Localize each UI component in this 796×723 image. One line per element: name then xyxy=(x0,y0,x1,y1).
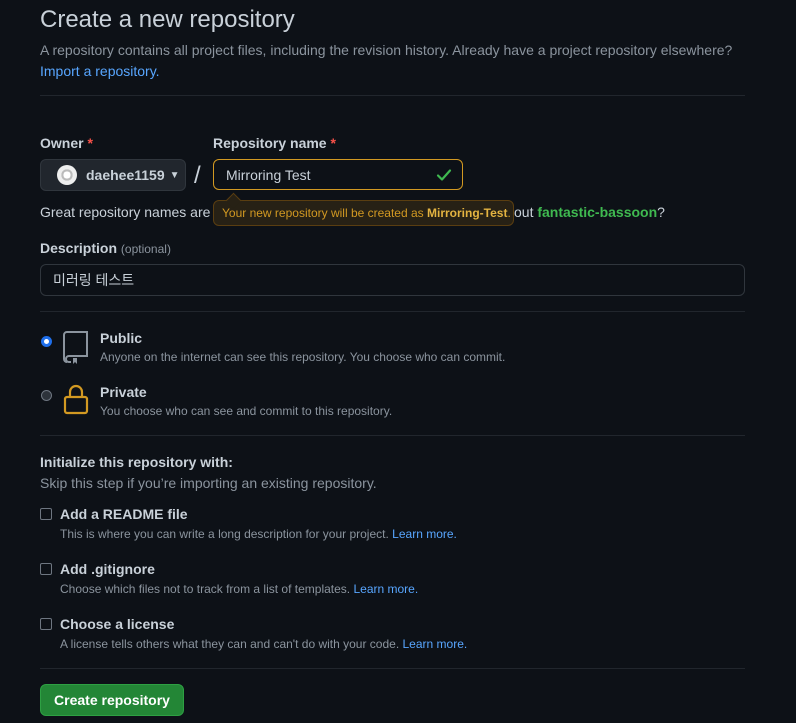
divider xyxy=(40,668,745,669)
required-mark: * xyxy=(87,135,93,151)
owner-value: daehee1159 xyxy=(86,167,165,183)
readme-title: Add a README file xyxy=(60,506,188,522)
description-label: Description (optional) xyxy=(40,240,171,256)
repo-name-label-text: Repository name xyxy=(213,135,327,151)
private-description: You choose who can see and commit to thi… xyxy=(100,404,393,418)
public-title: Public xyxy=(100,330,143,346)
page-subtitle: A repository contains all project files,… xyxy=(40,40,745,82)
page-title: Create a new repository xyxy=(40,6,295,33)
license-description: A license tells others what they can and… xyxy=(60,637,467,651)
owner-select[interactable]: daehee1159 ▼ xyxy=(40,159,186,191)
name-suggestion-end: out fantastic-bassoon? xyxy=(514,204,665,220)
license-title: Choose a license xyxy=(60,616,175,632)
private-radio[interactable] xyxy=(41,390,52,401)
repo-name-value: Mirroring Test xyxy=(226,166,311,183)
divider xyxy=(40,435,745,436)
owner-label-text: Owner xyxy=(40,135,84,151)
avatar xyxy=(57,165,77,185)
suggested-name-link[interactable]: fantastic-bassoon xyxy=(537,204,657,220)
suggestion-tail-prefix: out xyxy=(514,204,538,220)
public-radio[interactable] xyxy=(41,336,52,347)
license-desc-text: A license tells others what they can and… xyxy=(60,637,400,651)
lock-icon xyxy=(63,384,89,415)
import-repository-link[interactable]: Import a repository. xyxy=(40,63,160,79)
readme-learn-more-link[interactable]: Learn more. xyxy=(392,527,457,541)
private-title: Private xyxy=(100,384,147,400)
repo-icon xyxy=(63,331,88,364)
gitignore-title: Add .gitignore xyxy=(60,561,155,577)
page-subtitle-text: A repository contains all project files,… xyxy=(40,42,733,58)
repo-name-tooltip: Your new repository will be created as M… xyxy=(213,200,514,226)
triangle-down-icon: ▼ xyxy=(169,169,180,181)
description-value: 미러링 테스트 xyxy=(53,272,135,288)
create-repository-button[interactable]: Create repository xyxy=(40,684,184,716)
repo-name-label: Repository name * xyxy=(213,135,336,151)
owner-repo-separator: / xyxy=(194,162,201,189)
init-title: Initialize this repository with: xyxy=(40,454,233,470)
init-subtitle: Skip this step if you’re importing an ex… xyxy=(40,475,377,491)
gitignore-description: Choose which files not to track from a l… xyxy=(60,582,418,596)
suggestion-tail-suffix: ? xyxy=(657,204,665,220)
readme-desc-text: This is where you can write a long descr… xyxy=(60,527,389,541)
optional-note: (optional) xyxy=(120,242,171,256)
license-learn-more-link[interactable]: Learn more. xyxy=(403,637,468,651)
repo-name-input[interactable]: Mirroring Test xyxy=(213,159,463,190)
required-mark: * xyxy=(330,135,336,151)
owner-label: Owner * xyxy=(40,135,93,151)
check-icon xyxy=(436,169,452,181)
divider xyxy=(40,311,745,312)
divider xyxy=(40,95,745,96)
description-input[interactable]: 미러링 테스트 xyxy=(40,264,745,296)
tooltip-suffix: . xyxy=(507,206,511,220)
name-suggestion-start: Great repository names are s xyxy=(40,204,222,220)
gitignore-desc-text: Choose which files not to track from a l… xyxy=(60,582,351,596)
public-description: Anyone on the internet can see this repo… xyxy=(100,350,506,364)
readme-checkbox[interactable] xyxy=(40,508,52,520)
gitignore-checkbox[interactable] xyxy=(40,563,52,575)
tooltip-repo-name: Mirroring-Test xyxy=(427,206,508,220)
gitignore-learn-more-link[interactable]: Learn more. xyxy=(353,582,418,596)
license-checkbox[interactable] xyxy=(40,618,52,630)
tooltip-prefix: Your new repository will be created as xyxy=(222,206,424,220)
readme-description: This is where you can write a long descr… xyxy=(60,527,457,541)
description-label-text: Description xyxy=(40,240,118,256)
